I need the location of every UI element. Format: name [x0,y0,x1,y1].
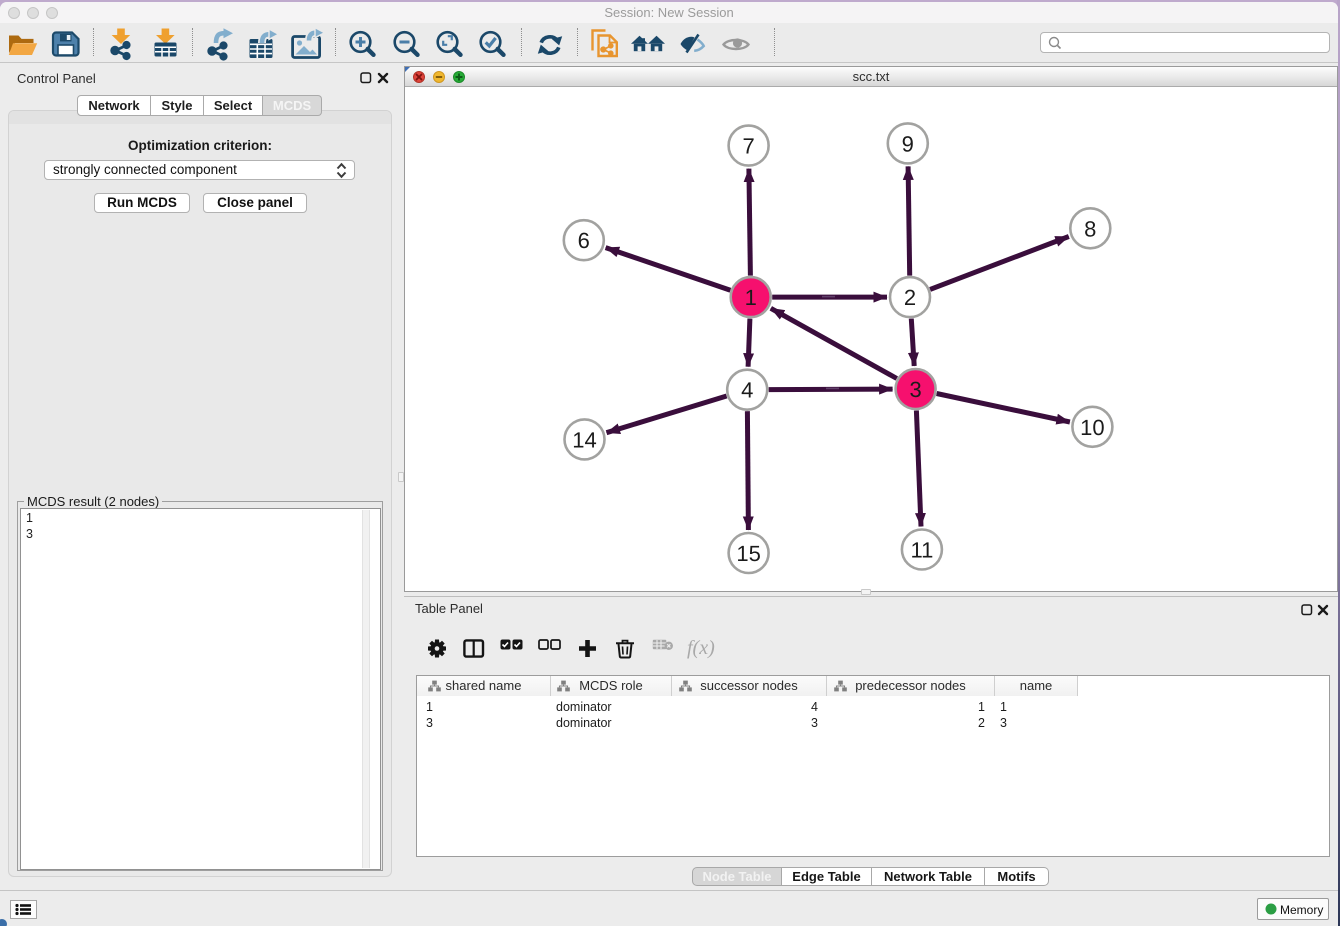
svg-text:9: 9 [902,131,914,156]
svg-text:3: 3 [909,377,921,402]
svg-text:2: 2 [904,285,916,310]
svg-text:14: 14 [572,427,596,452]
svg-text:4: 4 [741,378,753,403]
svg-text:7: 7 [742,134,754,159]
svg-text:10: 10 [1080,415,1104,440]
svg-text:15: 15 [736,541,760,566]
svg-text:6: 6 [578,228,590,253]
svg-text:1: 1 [745,285,757,310]
svg-text:8: 8 [1084,216,1096,241]
svg-text:11: 11 [910,538,933,563]
